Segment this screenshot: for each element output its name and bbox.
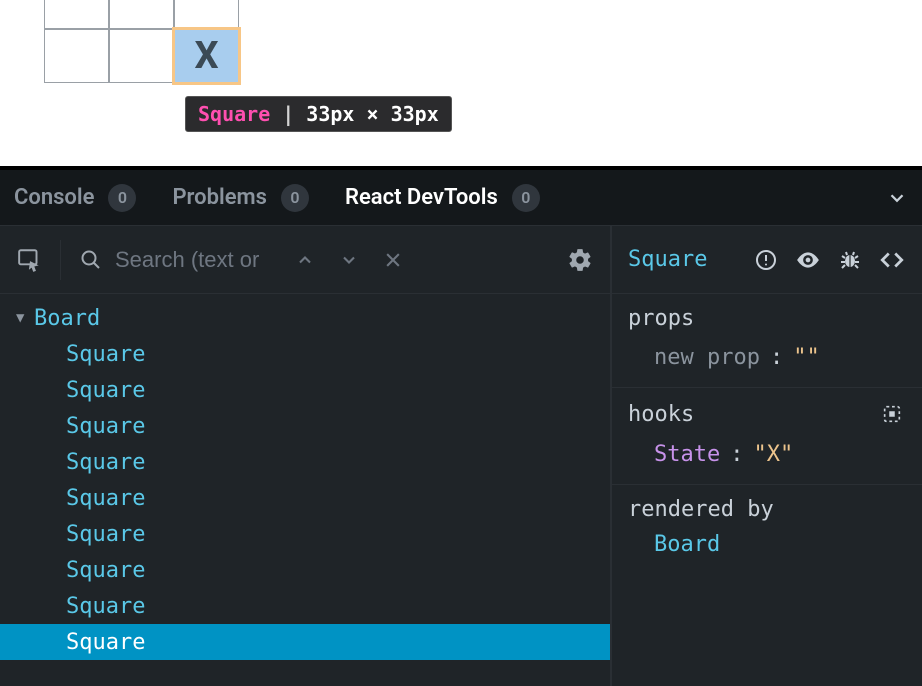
tooltip-separator: | xyxy=(282,102,294,126)
devtools-panel: Console 0 Problems 0 React DevTools 0 xyxy=(0,170,922,686)
board-cell[interactable] xyxy=(174,0,239,29)
hook-row[interactable]: State: "X" xyxy=(628,438,906,472)
view-source-icon[interactable] xyxy=(878,246,906,274)
selected-component-name: Square xyxy=(628,247,707,272)
components-tree-panel: ▼ Board Square Square Square Square Square Sq… xyxy=(0,226,612,686)
cell-value: X xyxy=(194,34,218,78)
tree-label: Square xyxy=(66,558,145,583)
component-tree: ▼ Board Square Square Square Square Square Sq… xyxy=(0,294,610,686)
tooltip-component-name: Square xyxy=(198,102,270,126)
tree-row-child[interactable]: Square xyxy=(0,408,610,444)
section-title: rendered by xyxy=(628,497,906,522)
details-header: Square xyxy=(612,226,922,294)
tree-label: Square xyxy=(66,630,145,655)
props-section: props new prop : "" xyxy=(612,294,922,388)
settings-button[interactable] xyxy=(566,246,594,274)
tab-label: Console xyxy=(14,185,94,210)
tree-label: Board xyxy=(34,306,100,331)
prop-value: "" xyxy=(793,341,820,375)
tab-react-devtools[interactable]: React DevTools 0 xyxy=(345,184,540,212)
prop-row[interactable]: new prop : "" xyxy=(628,341,906,375)
tab-label: React DevTools xyxy=(345,185,498,210)
suspend-icon[interactable] xyxy=(752,246,780,274)
tooltip-dimensions: 33px × 33px xyxy=(306,102,438,126)
search-icon xyxy=(77,246,105,274)
tabbar-more-button[interactable] xyxy=(886,187,908,209)
tree-label: Square xyxy=(66,594,145,619)
devtools-tabbar: Console 0 Problems 0 React DevTools 0 xyxy=(0,170,922,226)
search-prev-button[interactable] xyxy=(291,250,319,270)
tree-toolbar xyxy=(0,226,610,294)
hooks-section: hooks State: "X" xyxy=(612,388,922,485)
rendered-by-link[interactable]: Board xyxy=(628,532,906,557)
tree-label: Square xyxy=(66,486,145,511)
search-next-button[interactable] xyxy=(335,250,363,270)
tree-row-child[interactable]: Square xyxy=(0,444,610,480)
prop-key: new prop xyxy=(654,341,760,375)
board-cell[interactable] xyxy=(109,29,174,83)
inspect-element-icon[interactable] xyxy=(16,246,44,274)
tab-problems[interactable]: Problems 0 xyxy=(172,184,309,212)
section-title: props xyxy=(628,306,906,331)
caret-down-icon: ▼ xyxy=(16,310,34,326)
board-cell[interactable] xyxy=(44,0,109,29)
board-cell-selected[interactable]: X xyxy=(174,29,239,83)
toolbar-separator xyxy=(60,240,61,280)
board-cell[interactable] xyxy=(109,0,174,29)
search-input[interactable] xyxy=(115,247,275,273)
section-title: hooks xyxy=(628,402,694,427)
bug-icon[interactable] xyxy=(836,246,864,274)
board-cell[interactable] xyxy=(44,29,109,83)
tree-label: Square xyxy=(66,522,145,547)
hook-key: State xyxy=(654,438,720,472)
tab-badge: 0 xyxy=(512,184,540,212)
tree-row-root[interactable]: ▼ Board xyxy=(0,300,610,336)
tab-badge: 0 xyxy=(281,184,309,212)
hook-value: "X" xyxy=(753,438,793,472)
tab-console[interactable]: Console 0 xyxy=(14,184,136,212)
tree-label: Square xyxy=(66,342,145,367)
tab-label: Problems xyxy=(172,185,267,210)
app-preview-area: X Square | 33px × 33px xyxy=(0,0,922,166)
inspector-tooltip: Square | 33px × 33px xyxy=(185,96,452,132)
tree-row-child[interactable]: Square xyxy=(0,516,610,552)
rendered-by-section: rendered by Board xyxy=(612,485,922,569)
tree-row-child[interactable]: Square xyxy=(0,588,610,624)
colon: : xyxy=(770,341,783,375)
tree-label: Square xyxy=(66,450,145,475)
tree-row-child[interactable]: Square xyxy=(0,372,610,408)
colon: : xyxy=(730,438,743,472)
tree-row-child[interactable]: Square xyxy=(0,480,610,516)
inspect-dom-icon[interactable] xyxy=(794,246,822,274)
tree-label: Square xyxy=(66,378,145,403)
tab-badge: 0 xyxy=(108,184,136,212)
component-details-panel: Square props new prop : xyxy=(612,226,922,686)
tictactoe-board: X xyxy=(44,0,239,83)
tree-search[interactable] xyxy=(77,246,275,274)
tree-row-child[interactable]: Square xyxy=(0,624,610,660)
tree-row-child[interactable]: Square xyxy=(0,336,610,372)
search-clear-button[interactable] xyxy=(379,250,407,270)
tree-label: Square xyxy=(66,414,145,439)
tree-row-child[interactable]: Square xyxy=(0,552,610,588)
parse-hooks-icon[interactable] xyxy=(878,400,906,428)
